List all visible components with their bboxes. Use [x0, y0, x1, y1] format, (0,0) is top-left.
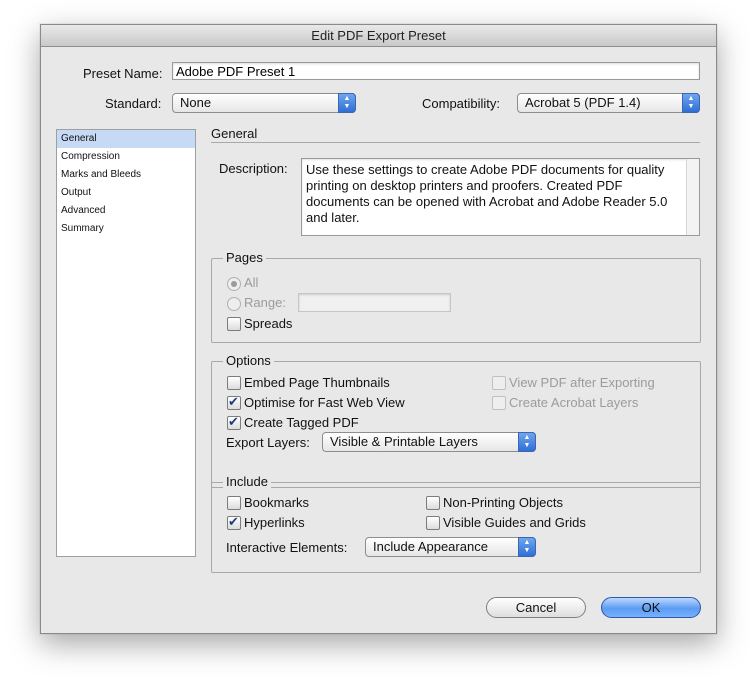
- heading-divider: [211, 142, 700, 143]
- section-heading: General: [211, 126, 258, 141]
- pages-range-input[interactable]: [298, 293, 451, 312]
- ok-button[interactable]: OK: [601, 597, 701, 618]
- options-group-title: Options: [223, 353, 274, 368]
- compatibility-label: Compatibility:: [422, 96, 501, 111]
- export-layers-value: Visible & Printable Layers: [330, 434, 478, 449]
- guides-grids-label: Visible Guides and Grids: [443, 515, 586, 530]
- bookmarks-label: Bookmarks: [244, 495, 310, 510]
- updown-arrows-icon: ▲ ▼: [518, 432, 536, 452]
- pages-all-radio[interactable]: [227, 277, 241, 291]
- pages-range-label: Range:: [244, 295, 286, 310]
- export-layers-label: Export Layers:: [226, 435, 310, 450]
- view-after-export-checkbox[interactable]: [492, 376, 506, 390]
- interactive-elements-value: Include Appearance: [373, 539, 488, 554]
- cancel-button[interactable]: Cancel: [486, 597, 586, 618]
- guides-grids-checkbox[interactable]: [426, 516, 440, 530]
- compatibility-popup[interactable]: Acrobat 5 (PDF 1.4) ▲ ▼: [517, 93, 700, 113]
- window-title: Edit PDF Export Preset: [41, 25, 716, 47]
- non-printing-checkbox[interactable]: [426, 496, 440, 510]
- sidebar-item-label: Advanced: [61, 205, 106, 216]
- tagged-pdf-checkbox[interactable]: [227, 414, 241, 430]
- interactive-elements-label: Interactive Elements:: [226, 540, 348, 555]
- updown-arrows-icon: ▲ ▼: [518, 537, 536, 557]
- optimise-web-checkbox[interactable]: [227, 394, 241, 410]
- sidebar-item-label: Summary: [61, 223, 104, 234]
- hyperlinks-label: Hyperlinks: [244, 515, 305, 530]
- preset-name-label: Preset Name:: [83, 66, 163, 81]
- sidebar-item-label: Output: [61, 187, 92, 198]
- export-layers-popup[interactable]: Visible & Printable Layers ▲ ▼: [322, 432, 536, 452]
- spreads-checkbox[interactable]: [227, 317, 241, 331]
- pages-all-label: All: [244, 275, 259, 290]
- optimise-web-label: Optimise for Fast Web View: [244, 395, 405, 410]
- sidebar-item-label: General: [61, 133, 97, 144]
- interactive-elements-popup[interactable]: Include Appearance ▲ ▼: [365, 537, 536, 557]
- sidebar-item-compression[interactable]: Compression: [57, 148, 195, 166]
- sidebar-item-output[interactable]: Output: [57, 184, 195, 202]
- description-textarea[interactable]: Use these settings to create Adobe PDF d…: [301, 158, 700, 236]
- standard-value: None: [180, 95, 212, 110]
- compatibility-value: Acrobat 5 (PDF 1.4): [525, 95, 641, 110]
- pages-range-radio[interactable]: [227, 297, 241, 311]
- sidebar-item-advanced[interactable]: Advanced: [57, 202, 195, 220]
- tagged-pdf-label: Create Tagged PDF: [244, 415, 359, 430]
- updown-arrows-icon: ▲ ▼: [682, 93, 700, 113]
- non-printing-label: Non-Printing Objects: [443, 495, 563, 510]
- standard-popup[interactable]: None ▲ ▼: [172, 93, 356, 113]
- view-after-export-label: View PDF after Exporting: [509, 375, 655, 390]
- include-group-title: Include: [223, 474, 271, 489]
- embed-thumbnails-checkbox[interactable]: [227, 376, 241, 390]
- description-scrollbar[interactable]: [686, 159, 699, 235]
- sidebar-item-summary[interactable]: Summary: [57, 220, 195, 238]
- pages-group-title: Pages: [223, 250, 266, 265]
- embed-thumbnails-label: Embed Page Thumbnails: [244, 375, 390, 390]
- spreads-label: Spreads: [244, 316, 293, 331]
- sidebar-item-label: Marks and Bleeds: [61, 169, 142, 180]
- sidebar-item-label: Compression: [61, 151, 120, 162]
- description-text: Use these settings to create Adobe PDF d…: [306, 162, 668, 225]
- updown-arrows-icon: ▲ ▼: [338, 93, 356, 113]
- acrobat-layers-checkbox[interactable]: [492, 396, 506, 410]
- acrobat-layers-label: Create Acrobat Layers: [509, 395, 639, 410]
- bookmarks-checkbox[interactable]: [227, 496, 241, 510]
- hyperlinks-checkbox[interactable]: [227, 514, 241, 530]
- category-sidebar: General Compression Marks and Bleeds Out…: [56, 129, 196, 557]
- sidebar-item-general[interactable]: General: [57, 130, 195, 148]
- edit-pdf-export-preset-dialog: Edit PDF Export Preset Preset Name: Stan…: [40, 24, 717, 634]
- sidebar-item-marks-and-bleeds[interactable]: Marks and Bleeds: [57, 166, 195, 184]
- description-label: Description:: [219, 161, 288, 176]
- standard-label: Standard:: [105, 96, 162, 111]
- preset-name-input[interactable]: [172, 62, 700, 80]
